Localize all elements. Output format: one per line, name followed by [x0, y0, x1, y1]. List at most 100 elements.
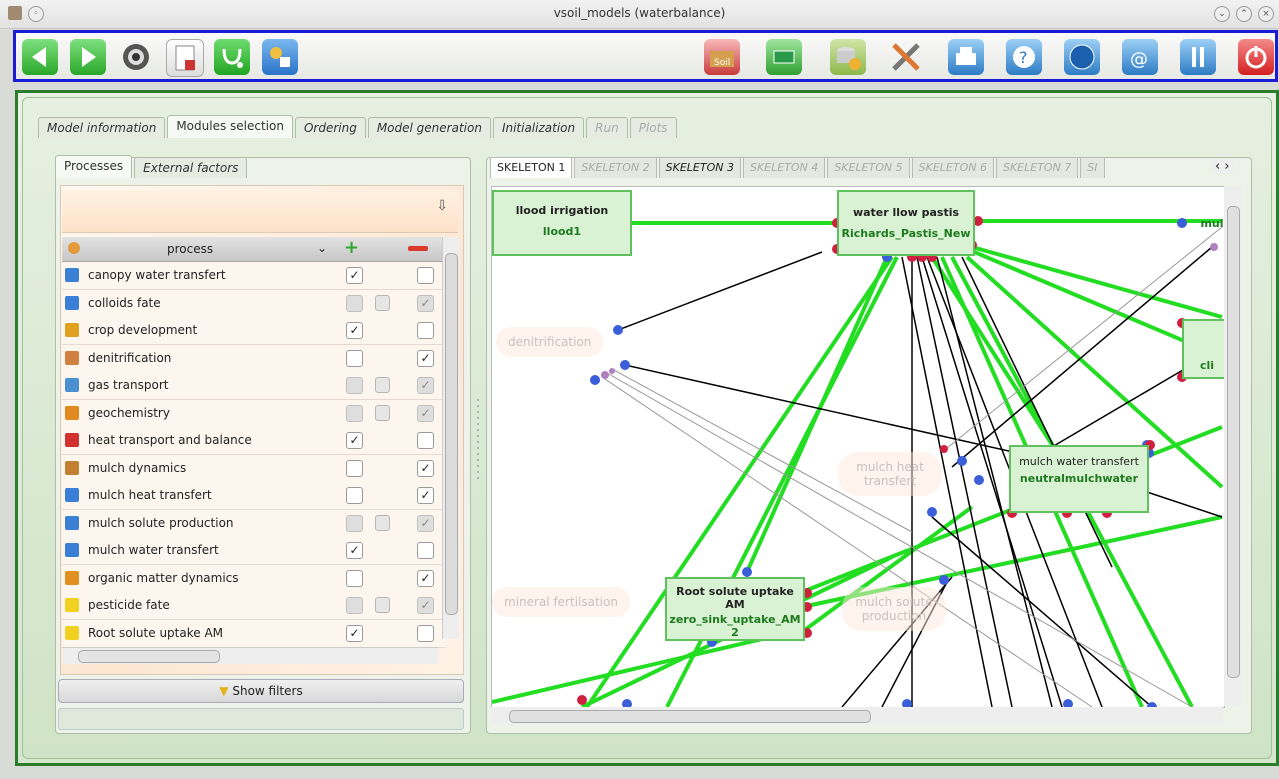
tab-initialization[interactable]: Initialization [492, 117, 585, 138]
web-globe-button[interactable] [1064, 39, 1100, 75]
tab-skeleton-1[interactable]: SKELETON 1 [490, 157, 573, 178]
tab-processes[interactable]: Processes [55, 155, 133, 178]
filter-box[interactable]: ⇩ [62, 190, 458, 233]
scroll-thumb[interactable] [509, 710, 871, 723]
ghost-node-mulch-heat-transfert[interactable]: mulch heat transfert [838, 452, 942, 496]
usb-export-button[interactable] [766, 39, 802, 75]
tab-plots[interactable]: Plots [629, 117, 677, 138]
node-root-solute-uptake-am[interactable]: Root solute uptake AM zero_sink_uptake_A… [665, 577, 805, 641]
tools-button[interactable] [262, 39, 298, 75]
exclude-checkbox[interactable]: ✓ [417, 294, 434, 312]
tab-ordering[interactable]: Ordering [294, 117, 366, 138]
exclude-checkbox[interactable] [417, 542, 434, 559]
select-checkbox[interactable]: ✓ [346, 542, 363, 559]
select-checkbox[interactable] [346, 377, 363, 394]
about-button[interactable] [1180, 39, 1216, 75]
select-checkbox[interactable]: ✓ [346, 624, 363, 642]
minimize-icon[interactable]: ⌄ [1214, 6, 1230, 22]
chevron-down-icon[interactable]: ⌄ [317, 241, 327, 255]
select-checkbox[interactable] [346, 349, 363, 367]
power-quit-button[interactable] [1238, 39, 1274, 75]
tab-skeleton-4[interactable]: SKELETON 4 [742, 157, 826, 178]
exclude-checkbox[interactable] [417, 267, 434, 284]
database-button[interactable] [830, 39, 866, 75]
collapse-arrow-icon[interactable]: ⇩ [436, 198, 448, 214]
ghost-node-mulch-solute-production[interactable]: mulch solute production [842, 587, 946, 631]
tab-skeleton-2[interactable]: SKELETON 2 [574, 157, 657, 178]
panel-splitter[interactable] [474, 160, 482, 730]
select-checkbox[interactable]: ✓ [346, 432, 363, 449]
document-button[interactable] [166, 39, 204, 77]
scroll-thumb[interactable] [445, 253, 458, 615]
node-mulch-water-transfert[interactable]: mulch water transfert neutralmulchwater [1009, 445, 1149, 513]
table-row[interactable]: denitrification ✓ [62, 344, 446, 373]
select-checkbox[interactable] [346, 514, 363, 532]
print-button[interactable] [948, 39, 984, 75]
table-row[interactable]: colloids fate ✓ [62, 289, 446, 318]
email-button[interactable]: @ [1122, 39, 1158, 75]
column-header-process[interactable]: process [167, 242, 213, 256]
scroll-thumb[interactable] [78, 650, 220, 663]
select-checkbox[interactable] [346, 487, 363, 504]
process-horizontal-scrollbar[interactable] [62, 647, 438, 664]
tab-skeleton-8[interactable]: SI [1080, 157, 1105, 178]
select-checkbox[interactable]: ✓ [346, 322, 363, 339]
table-row[interactable]: crop development ✓ [62, 317, 446, 345]
select-checkbox[interactable] [346, 404, 363, 422]
table-row[interactable]: mulch dynamics ✓ [62, 454, 446, 483]
graph-horizontal-scrollbar[interactable] [491, 707, 1223, 725]
refresh-icon[interactable] [68, 242, 80, 254]
scroll-thumb[interactable] [1227, 206, 1240, 678]
skeleton-graph-canvas[interactable]: denitrification mulch heat transfert min… [491, 186, 1225, 708]
table-row[interactable]: organic matter dynamics ✓ [62, 564, 446, 593]
table-row[interactable]: Root solute uptake AM ✓ [62, 619, 446, 648]
ghost-node-denitrification[interactable]: denitrification [496, 327, 604, 357]
exclude-checkbox[interactable]: ✓ [417, 377, 434, 394]
table-row[interactable]: gas transport ✓ [62, 372, 446, 400]
remove-column-icon[interactable] [408, 246, 428, 251]
graph-vertical-scrollbar[interactable] [1224, 186, 1242, 706]
tab-skeleton-6[interactable]: SKELETON 6 [911, 157, 994, 178]
exclude-checkbox[interactable]: ✓ [417, 404, 434, 422]
exclude-checkbox[interactable]: ✓ [417, 569, 434, 587]
node-water-flow-pastis[interactable]: water llow pastis Richards_Pastis_New [837, 190, 975, 256]
back-button[interactable] [22, 39, 58, 75]
exclude-checkbox[interactable] [417, 432, 434, 449]
tab-external-factors[interactable]: External factors [134, 157, 248, 178]
settings-gear-button[interactable] [118, 39, 154, 75]
show-filters-button[interactable]: ▼ Show filters [58, 679, 464, 703]
table-row[interactable]: mulch heat transfert ✓ [62, 482, 446, 510]
table-row[interactable]: mulch water transfert ✓ [62, 537, 446, 565]
select-checkbox[interactable] [346, 294, 363, 312]
table-row[interactable]: heat transport and balance ✓ [62, 427, 446, 455]
table-row[interactable]: mulch solute production ✓ [62, 509, 446, 538]
node-climate-partial[interactable]: cli [1182, 319, 1224, 379]
tab-modules-selection[interactable]: Modules selection [167, 115, 293, 138]
table-row[interactable]: pesticide fate ✓ [62, 592, 446, 620]
maximize-icon[interactable]: ⌃ [1236, 6, 1252, 22]
ghost-node-mineral-fertilsation[interactable]: mineral fertilsation [492, 587, 630, 617]
exclude-checkbox[interactable] [417, 322, 434, 339]
tab-skeleton-5[interactable]: SKELETON 5 [827, 157, 910, 178]
check-model-button[interactable] [214, 39, 250, 75]
select-checkbox[interactable] [346, 597, 363, 614]
process-vertical-scrollbar[interactable] [442, 237, 459, 639]
node-flood-irrigation[interactable]: llood irrigation llood1 [492, 190, 632, 256]
table-row[interactable]: geochemistry ✓ [62, 399, 446, 428]
exclude-checkbox[interactable]: ✓ [417, 487, 434, 504]
select-checkbox[interactable]: ✓ [346, 267, 363, 284]
exclude-checkbox[interactable] [417, 624, 434, 642]
tab-model-information[interactable]: Model information [38, 117, 166, 138]
exclude-checkbox[interactable]: ✓ [417, 597, 434, 614]
tab-run[interactable]: Run [586, 117, 628, 138]
exclude-checkbox[interactable]: ✓ [417, 514, 434, 532]
select-checkbox[interactable] [346, 569, 363, 587]
help-button[interactable]: ? [1006, 39, 1042, 75]
exclude-checkbox[interactable]: ✓ [417, 349, 434, 367]
vsoil-button[interactable]: Soil [704, 39, 740, 75]
node-mul-partial[interactable]: mul [1192, 205, 1224, 245]
tab-skeleton-7[interactable]: SKELETON 7 [995, 157, 1079, 178]
preferences-tools-button[interactable] [888, 39, 924, 75]
table-row[interactable]: canopy water transfert ✓ [62, 262, 446, 290]
close-icon[interactable]: × [1258, 6, 1274, 22]
